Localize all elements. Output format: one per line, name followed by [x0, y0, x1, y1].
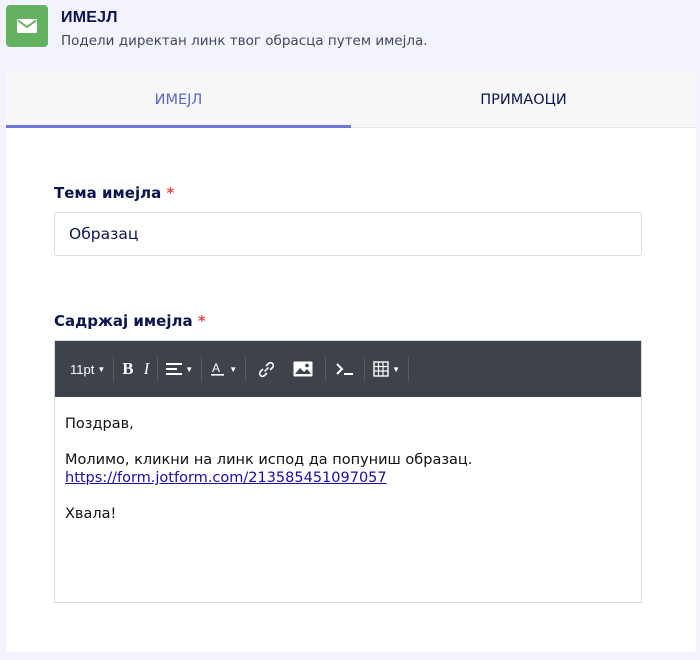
email-panel: ИМЕЈЛ ПРИМАОЦИ Тема имејла * Образац Сад…	[6, 72, 696, 652]
required-asterisk: *	[197, 312, 206, 330]
section-header: ИМЕЈЛ Подели директан линк твог обрасца …	[6, 5, 696, 65]
chevron-down-icon: ▼	[392, 364, 401, 374]
closing-text: Хвала!	[65, 506, 117, 522]
toolbar-divider	[201, 357, 203, 381]
editor-toolbar: 11pt ▼ B I ▼ A ▼ ▼	[55, 341, 641, 397]
section-title: ИМЕЈЛ	[61, 9, 118, 26]
chevron-down-icon: ▼	[229, 364, 238, 374]
table-icon[interactable]: ▼	[368, 354, 405, 384]
body-label-text: Садржај имејла	[54, 312, 193, 330]
mail-icon	[6, 5, 48, 47]
subject-input[interactable]: Образац	[54, 212, 642, 256]
italic-icon[interactable]: I	[139, 354, 155, 384]
required-asterisk: *	[166, 184, 175, 202]
subject-label-text: Тема имејла	[54, 184, 162, 202]
message-text: Молимо, кликни на линк испод да попуниш …	[65, 452, 473, 468]
rich-text-editor[interactable]: 11pt ▼ B I ▼ A ▼ ▼ Поздрав, Молимо, клик…	[54, 340, 642, 603]
font-size-value: 11pt	[70, 361, 95, 377]
section-subtitle: Подели директан линк твог обрасца путем …	[61, 33, 428, 49]
greeting-text: Поздрав,	[65, 416, 134, 432]
toolbar-divider	[245, 357, 247, 381]
toolbar-divider	[408, 357, 410, 381]
font-size-dropdown[interactable]: 11pt ▼	[65, 354, 110, 384]
editor-content[interactable]: Поздрав, Молимо, кликни на линк испод да…	[55, 397, 641, 541]
tab-email[interactable]: ИМЕЈЛ	[6, 72, 351, 128]
chevron-down-icon: ▼	[97, 364, 106, 374]
link-icon[interactable]	[249, 354, 284, 384]
bold-icon[interactable]: B	[117, 354, 138, 384]
toolbar-divider	[325, 357, 327, 381]
subject-label: Тема имејла *	[54, 184, 174, 202]
image-icon[interactable]	[284, 354, 322, 384]
svg-text:A: A	[212, 361, 220, 375]
tab-bar: ИМЕЈЛ ПРИМАОЦИ	[6, 72, 696, 128]
chevron-down-icon: ▼	[185, 364, 194, 374]
body-label: Садржај имејла *	[54, 312, 206, 330]
toolbar-divider	[364, 357, 366, 381]
form-field-icon[interactable]	[329, 354, 361, 384]
subject-input-value: Образац	[69, 225, 139, 243]
form-link[interactable]: https://form.jotform.com/213585451097057	[65, 470, 387, 486]
align-icon[interactable]: ▼	[161, 354, 198, 384]
toolbar-divider	[113, 357, 115, 381]
text-color-icon[interactable]: A ▼	[205, 354, 242, 384]
toolbar-divider	[157, 357, 159, 381]
tab-recipients[interactable]: ПРИМАОЦИ	[351, 72, 696, 127]
